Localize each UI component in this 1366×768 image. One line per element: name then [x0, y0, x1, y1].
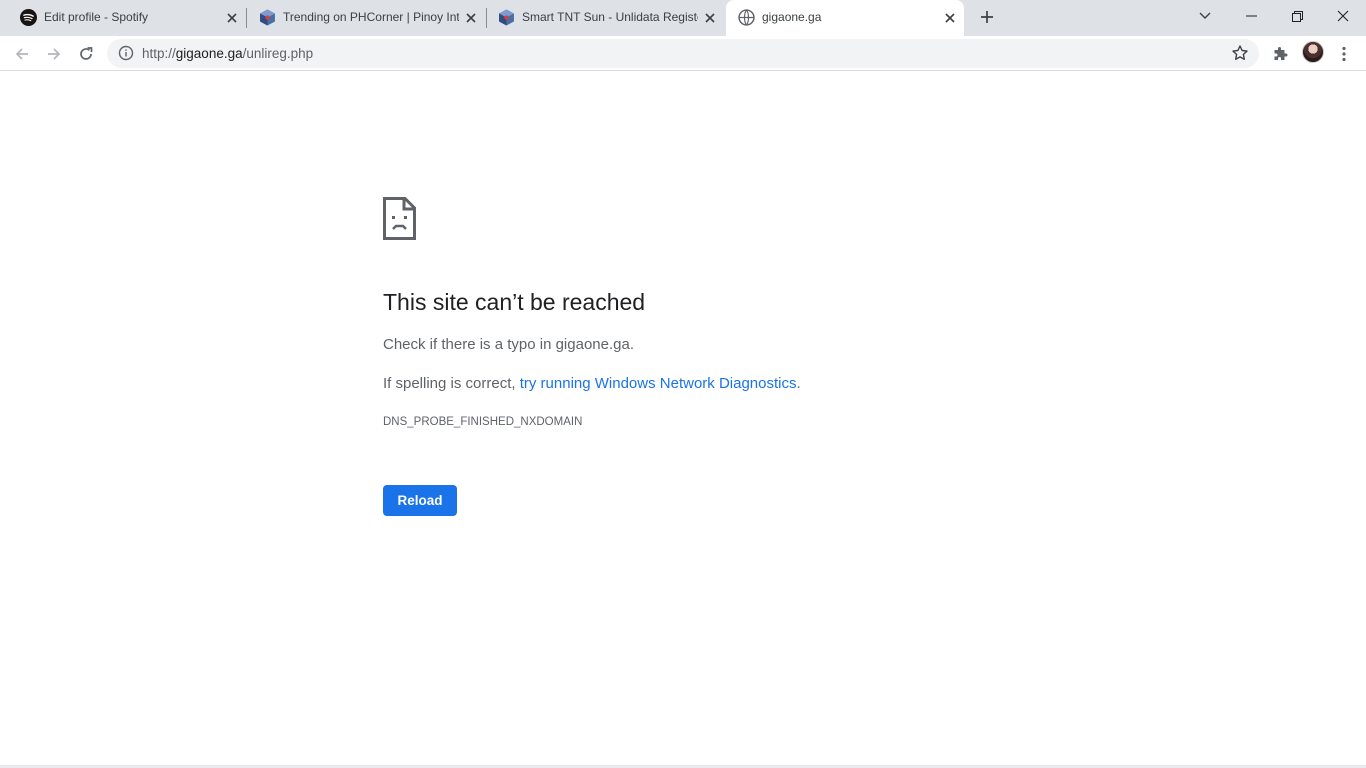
- url-scheme: http://: [142, 46, 176, 61]
- tab-smart-tnt-sun[interactable]: Smart TNT Sun - Unlidata Registe: [486, 0, 724, 36]
- tab-gigaone-active[interactable]: gigaone.ga: [726, 0, 964, 36]
- chevron-down-icon: [1199, 12, 1211, 19]
- tab-title: Edit profile - Spotify: [44, 10, 149, 24]
- tab-title: gigaone.ga: [762, 10, 822, 24]
- diagnostics-prefix: If spelling is correct,: [383, 375, 520, 392]
- info-icon[interactable]: [118, 45, 134, 61]
- spotify-icon: [20, 9, 37, 26]
- reload-toolbar-button[interactable]: [72, 40, 100, 68]
- close-tab-icon[interactable]: [223, 9, 241, 27]
- back-button[interactable]: [8, 40, 36, 68]
- phcorner-icon: [499, 9, 514, 26]
- minimize-icon: [1245, 15, 1257, 17]
- puzzle-icon: [1274, 47, 1288, 60]
- forward-button[interactable]: [40, 40, 68, 68]
- profile-avatar[interactable]: [1302, 41, 1324, 63]
- diagnostics-hint: If spelling is correct, try running Wind…: [383, 375, 801, 392]
- diagnostics-suffix: .: [796, 375, 801, 392]
- menu-button[interactable]: [1332, 42, 1356, 66]
- tab-title: Trending on PHCorner | Pinoy Int: [283, 10, 459, 24]
- refresh-icon: [80, 47, 93, 60]
- error-heading: This site can’t be reached: [383, 289, 646, 315]
- close-icon: [1337, 10, 1349, 22]
- url-host: gigaone.ga: [175, 46, 243, 61]
- sad-page-icon: [383, 197, 416, 240]
- browser-toolbar: http://gigaone.ga/unlireg.php: [0, 36, 1366, 71]
- extensions-button[interactable]: [1268, 42, 1292, 66]
- bookmark-star-icon[interactable]: [1231, 44, 1249, 62]
- tab-strip: Edit profile - Spotify Trending on PHCor…: [0, 0, 1366, 36]
- arrow-right-icon: [48, 48, 61, 60]
- restore-icon: [1291, 10, 1303, 22]
- close-tab-icon[interactable]: [941, 9, 959, 27]
- typo-hint: Check if there is a typo in gigaone.ga.: [383, 336, 634, 353]
- error-page: [0, 71, 1366, 768]
- network-diagnostics-link[interactable]: try running Windows Network Diagnostics: [520, 375, 797, 392]
- url-text[interactable]: http://gigaone.ga/unlireg.php: [142, 46, 313, 61]
- close-tab-icon[interactable]: [462, 9, 480, 27]
- reload-button[interactable]: Reload: [383, 485, 457, 516]
- new-tab-button[interactable]: [976, 6, 998, 28]
- phcorner-icon: [260, 9, 275, 26]
- error-code: DNS_PROBE_FINISHED_NXDOMAIN: [383, 416, 583, 428]
- close-tab-icon[interactable]: [701, 9, 719, 27]
- tab-phcorner-trending[interactable]: Trending on PHCorner | Pinoy Int: [247, 0, 485, 36]
- restore-button[interactable]: [1274, 0, 1320, 32]
- tab-title: Smart TNT Sun - Unlidata Registe: [522, 10, 698, 24]
- close-window-button[interactable]: [1320, 0, 1366, 32]
- globe-icon: [738, 9, 755, 26]
- minimize-button[interactable]: [1228, 0, 1274, 32]
- kebab-menu-icon: [1342, 46, 1346, 62]
- address-bar[interactable]: http://gigaone.ga/unlireg.php: [107, 39, 1259, 68]
- url-path: /unlireg.php: [242, 46, 314, 61]
- tab-search-button[interactable]: [1182, 0, 1228, 32]
- plus-icon: [981, 11, 993, 23]
- arrow-left-icon: [15, 48, 28, 60]
- tab-spotify[interactable]: Edit profile - Spotify: [8, 0, 246, 36]
